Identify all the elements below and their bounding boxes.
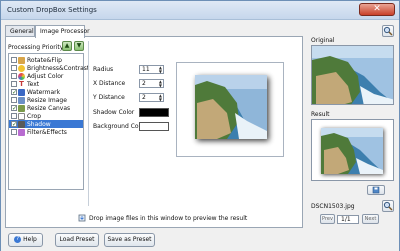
checkbox[interactable]: ✓ xyxy=(11,121,17,128)
save-result-button[interactable] xyxy=(367,185,385,195)
open-file-button[interactable] xyxy=(382,200,394,212)
checkbox[interactable] xyxy=(11,73,17,79)
rotate-icon xyxy=(18,56,25,64)
color-wheel-icon xyxy=(18,72,25,80)
item-label: Text xyxy=(27,80,40,88)
original-image xyxy=(311,45,394,105)
item-label: Watermark xyxy=(27,88,61,96)
magnifier-icon xyxy=(383,201,393,211)
drop-icon xyxy=(78,214,86,222)
list-item-shadow[interactable]: ✓ Shadow xyxy=(9,120,83,128)
text-icon: T xyxy=(18,79,25,88)
checkbox[interactable] xyxy=(11,97,17,103)
background-color-swatch[interactable] xyxy=(139,122,169,131)
item-label: Shadow xyxy=(27,120,51,128)
list-item-filter-effects[interactable]: Filter&Effects xyxy=(9,128,83,136)
preview-toggle-button[interactable] xyxy=(382,25,394,37)
help-label: Help xyxy=(23,236,37,243)
shadow-preview-image xyxy=(195,75,269,141)
checkbox[interactable] xyxy=(11,113,17,119)
move-up-button[interactable]: ▲ xyxy=(62,41,72,51)
item-label: Brightness&Contrast xyxy=(27,64,90,72)
shadow-preview-box xyxy=(176,62,284,157)
list-item-rotate-flip[interactable]: Rotate&Flip xyxy=(9,56,83,64)
settings-window: Custom DropBox Settings ✕ General Image … xyxy=(0,0,400,251)
help-button[interactable]: ? Help xyxy=(8,233,43,247)
save-as-preset-button[interactable]: Save as Preset xyxy=(104,233,155,247)
result-image xyxy=(311,119,394,181)
watermark-icon xyxy=(18,88,25,96)
bottom-bar: ? Help Load Preset Save as Preset xyxy=(1,229,399,251)
list-item-crop[interactable]: Crop xyxy=(9,112,83,120)
checkbox[interactable] xyxy=(11,129,17,135)
arrow-down-icon: ▼ xyxy=(76,42,82,49)
shadow-icon xyxy=(18,120,25,128)
radius-spinner[interactable]: 11 ▲ ▼ xyxy=(139,65,164,74)
item-label: Crop xyxy=(27,112,42,120)
processing-priority-label: Processing Priority xyxy=(8,44,64,51)
radius-value: 11 xyxy=(142,66,150,73)
filename-label: DSCN1503.jpg xyxy=(311,203,355,210)
magnifier-icon xyxy=(383,26,393,36)
result-label: Result xyxy=(311,111,330,118)
checkbox[interactable] xyxy=(11,57,17,63)
y-distance-value: 2 xyxy=(142,94,146,101)
window-title: Custom DropBox Settings xyxy=(7,6,97,14)
checkbox[interactable]: ✓ xyxy=(11,89,17,96)
result-thumbnail xyxy=(321,128,384,175)
move-down-button[interactable]: ▼ xyxy=(74,41,84,51)
list-item-resize-canvas[interactable]: ✓ Resize Canvas xyxy=(9,104,83,112)
checkbox[interactable]: ✓ xyxy=(11,105,17,112)
arrow-up-icon: ▲ xyxy=(64,42,70,49)
x-distance-value: 2 xyxy=(142,80,146,87)
item-label: Resize Image xyxy=(27,96,67,104)
page-indicator[interactable]: 1/1 xyxy=(337,215,359,224)
item-label: Adjust Color xyxy=(27,72,64,80)
y-distance-label: Y Distance xyxy=(93,94,125,101)
drop-hint-text: Drop image files in this window to previ… xyxy=(89,214,248,222)
shadow-color-swatch[interactable] xyxy=(139,108,169,117)
next-button[interactable]: Next xyxy=(362,214,379,224)
resize-canvas-icon xyxy=(18,104,25,112)
help-icon: ? xyxy=(14,236,22,243)
y-distance-spinner[interactable]: 2 ▲ ▼ xyxy=(139,93,164,102)
panel-divider xyxy=(88,41,89,206)
original-label: Original xyxy=(311,37,335,44)
list-item-resize-image[interactable]: Resize Image xyxy=(9,96,83,104)
shadow-color-label: Shadow Color xyxy=(93,109,135,116)
close-button[interactable]: ✕ xyxy=(359,3,395,16)
item-label: Rotate&Flip xyxy=(27,56,62,64)
checkbox[interactable] xyxy=(11,81,17,87)
x-distance-spinner[interactable]: 2 ▲ ▼ xyxy=(139,79,164,88)
filter-icon xyxy=(18,128,25,136)
x-distance-label: X Distance xyxy=(93,80,126,87)
item-label: Filter&Effects xyxy=(27,128,67,136)
load-preset-button[interactable]: Load Preset xyxy=(55,233,99,247)
tab-image-processor[interactable]: Image Processor xyxy=(35,25,90,38)
checkbox[interactable] xyxy=(11,65,17,71)
processing-list[interactable]: Rotate&Flip Brightness&Contrast Adjust C… xyxy=(8,53,89,190)
prev-button[interactable]: Prev xyxy=(320,214,335,224)
spin-arrows-icon[interactable]: ▲ ▼ xyxy=(159,94,162,102)
radius-label: Radius xyxy=(93,66,114,73)
spin-arrows-icon[interactable]: ▲ ▼ xyxy=(159,80,162,88)
list-item-brightness-contrast[interactable]: Brightness&Contrast xyxy=(9,64,89,72)
list-item-text[interactable]: T Text xyxy=(9,80,83,88)
resize-image-icon xyxy=(18,96,25,104)
title-bar[interactable]: Custom DropBox Settings ✕ xyxy=(1,1,399,20)
crop-icon xyxy=(18,112,25,120)
list-item-watermark[interactable]: ✓ Watermark xyxy=(9,88,83,96)
spin-arrows-icon[interactable]: ▲ ▼ xyxy=(159,66,162,74)
item-label: Resize Canvas xyxy=(27,104,71,112)
original-thumbnail xyxy=(312,46,393,104)
sun-icon xyxy=(18,64,25,72)
drop-hint: Drop image files in this window to previ… xyxy=(78,214,247,222)
list-item-adjust-color[interactable]: Adjust Color xyxy=(9,72,83,80)
save-icon xyxy=(372,186,380,194)
